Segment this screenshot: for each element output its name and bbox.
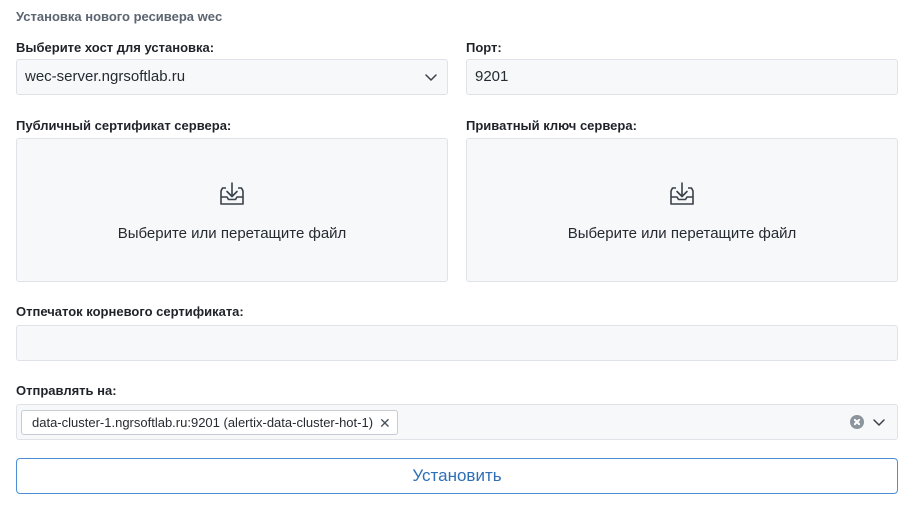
private-key-dropzone-text: Выберите или перетащите файл: [567, 225, 797, 242]
private-key-dropzone[interactable]: Выберите или перетащите файл: [466, 138, 898, 282]
host-label: Выберите хост для установка:: [16, 40, 215, 55]
public-cert-label: Публичный сертификат сервера:: [16, 118, 232, 133]
host-select[interactable]: wec-server.ngrsoftlab.ru: [16, 59, 448, 95]
host-select-value: wec-server.ngrsoftlab.ru: [25, 68, 186, 85]
send-to-label: Отправлять на:: [16, 383, 117, 398]
port-input[interactable]: 9201: [466, 59, 898, 95]
selected-target-tag: data-cluster-1.ngrsoftlab.ru:9201 (alert…: [21, 410, 398, 435]
clear-icon[interactable]: [850, 415, 864, 429]
chevron-down-icon[interactable]: [423, 69, 439, 85]
install-button[interactable]: Установить: [16, 458, 898, 494]
port-label: Порт:: [466, 40, 502, 55]
selected-target-tag-label: data-cluster-1.ngrsoftlab.ru:9201 (alert…: [32, 415, 374, 430]
send-to-multiselect[interactable]: data-cluster-1.ngrsoftlab.ru:9201 (alert…: [16, 404, 898, 440]
tag-remove-icon[interactable]: ✕: [379, 416, 391, 430]
root-fingerprint-label: Отпечаток корневого сертификата:: [16, 304, 244, 319]
port-input-value: 9201: [475, 68, 509, 85]
private-key-label: Приватный ключ сервера:: [466, 118, 637, 133]
chevron-down-icon[interactable]: [871, 414, 887, 430]
public-cert-dropzone[interactable]: Выберите или перетащите файл: [16, 138, 448, 282]
upload-icon: [667, 179, 697, 209]
section-title: Установка нового ресивера wec: [16, 9, 223, 24]
root-fingerprint-input[interactable]: [16, 325, 898, 361]
upload-icon: [217, 179, 247, 209]
public-cert-dropzone-text: Выберите или перетащите файл: [117, 225, 347, 242]
